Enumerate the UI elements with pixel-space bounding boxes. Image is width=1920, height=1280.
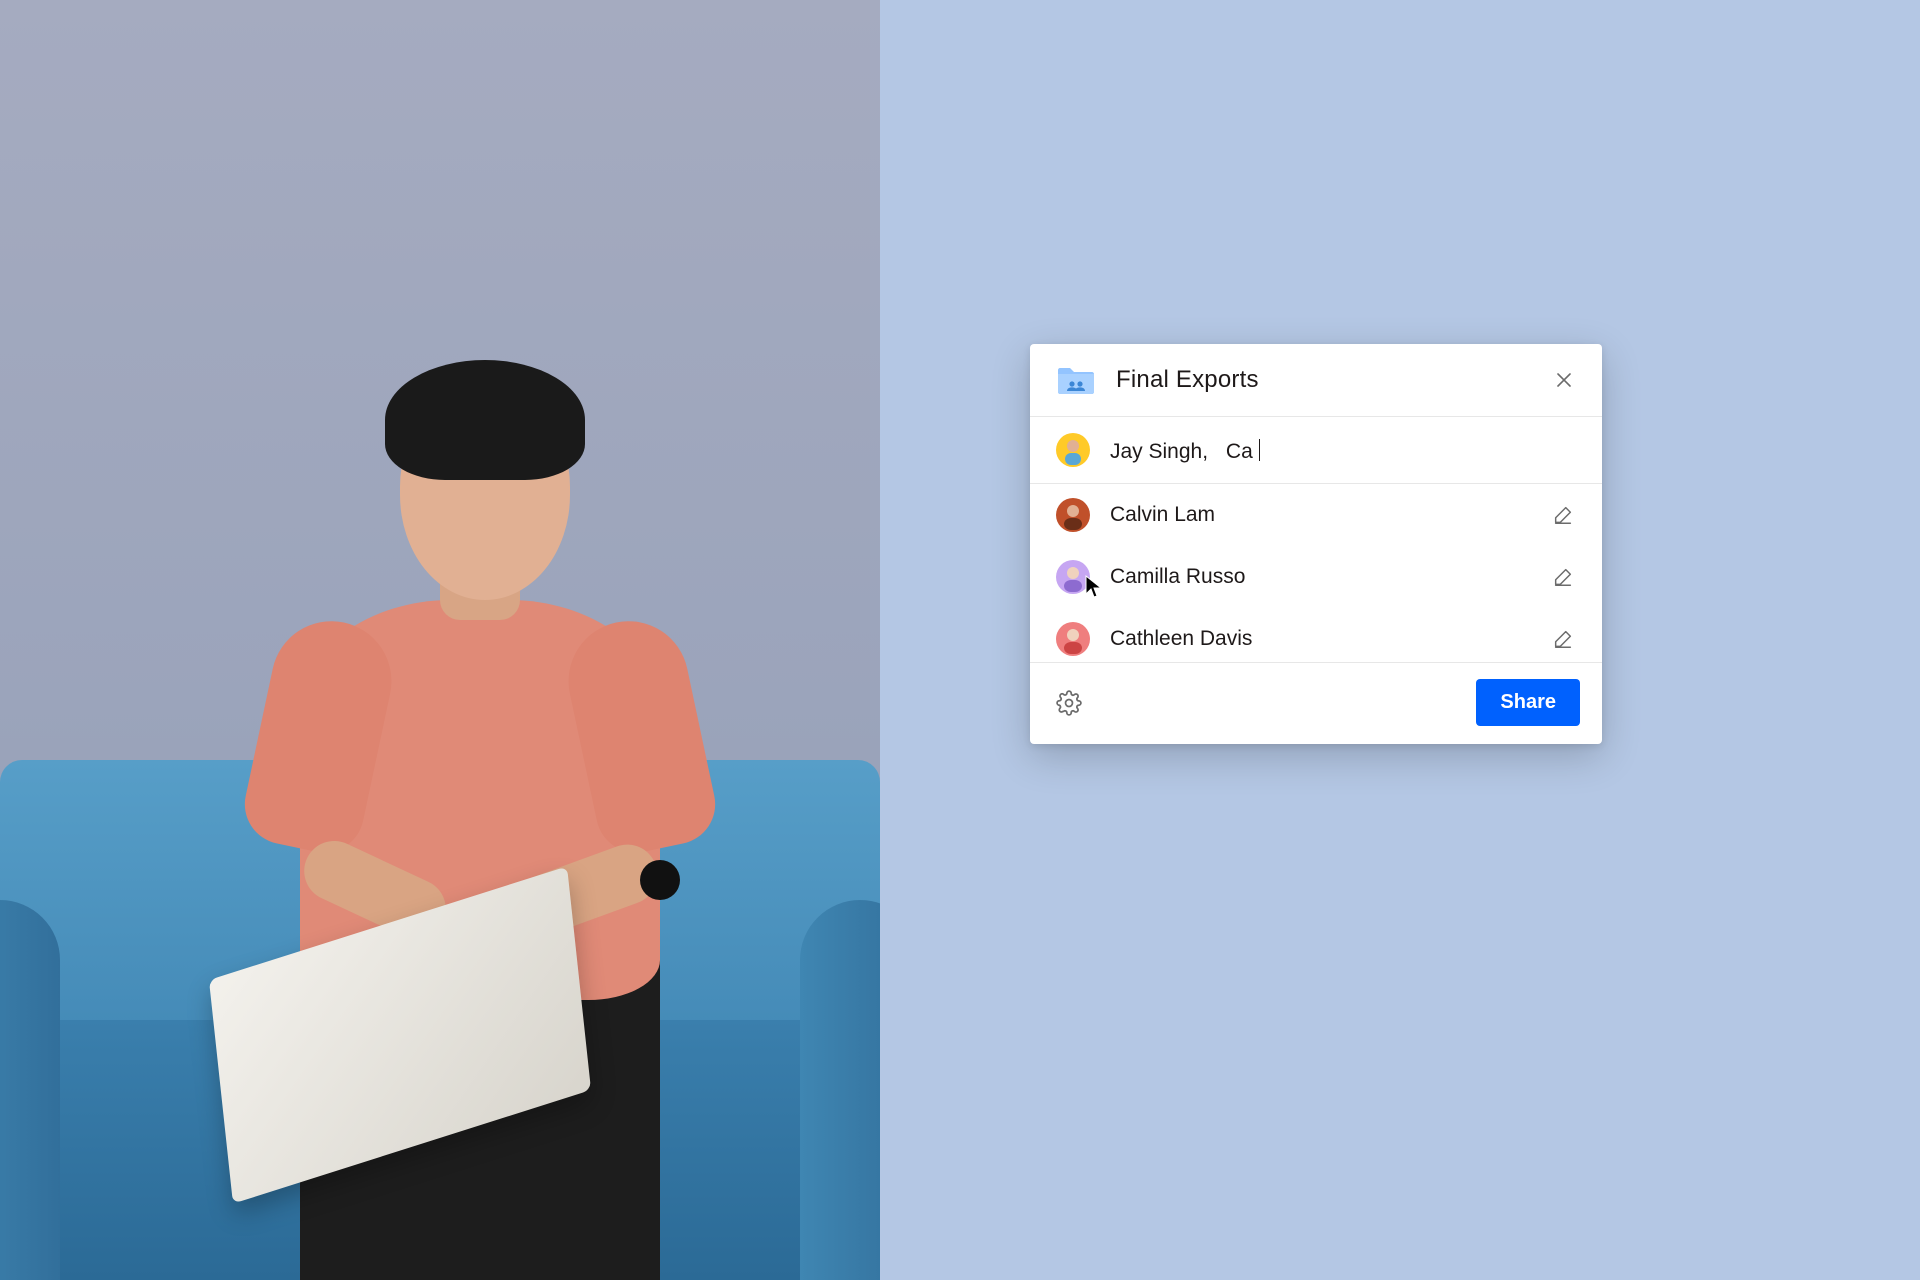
edit-permission-icon[interactable] — [1552, 628, 1574, 650]
text-caret — [1259, 439, 1260, 461]
dialog-title: Final Exports — [1116, 366, 1534, 394]
suggestion-name: Camilla Russo — [1110, 565, 1532, 589]
shared-folder-icon — [1056, 364, 1096, 396]
suggestion-name: Calvin Lam — [1110, 503, 1532, 527]
hero-photo — [0, 0, 880, 1280]
right-panel: Final Exports Jay Singh, Ca — [880, 0, 1920, 1280]
dialog-header: Final Exports — [1030, 344, 1602, 417]
recipient-input-text: Jay Singh, Ca — [1110, 436, 1260, 464]
suggestion-name: Cathleen Davis — [1110, 627, 1532, 651]
edit-permission-icon[interactable] — [1552, 566, 1574, 588]
entered-chip: Jay Singh, — [1110, 440, 1208, 464]
avatar — [1056, 498, 1090, 532]
suggestion-item[interactable]: Cathleen Davis — [1030, 608, 1602, 662]
settings-icon[interactable] — [1056, 690, 1082, 716]
recipient-input[interactable]: Jay Singh, Ca — [1030, 417, 1602, 484]
share-button[interactable]: Share — [1476, 679, 1580, 726]
avatar — [1056, 622, 1090, 656]
share-dialog: Final Exports Jay Singh, Ca — [1030, 344, 1602, 744]
dialog-footer: Share — [1030, 663, 1602, 744]
avatar — [1056, 433, 1090, 467]
suggestion-item[interactable]: Camilla Russo — [1030, 546, 1602, 608]
suggestion-item[interactable]: Calvin Lam — [1030, 484, 1602, 546]
avatar — [1056, 560, 1090, 594]
typing-fragment: Ca — [1226, 440, 1253, 464]
close-icon[interactable] — [1554, 370, 1574, 390]
suggestion-list: Calvin Lam Camilla Russo — [1030, 484, 1602, 663]
edit-permission-icon[interactable] — [1552, 504, 1574, 526]
person-illustration — [180, 300, 740, 1280]
